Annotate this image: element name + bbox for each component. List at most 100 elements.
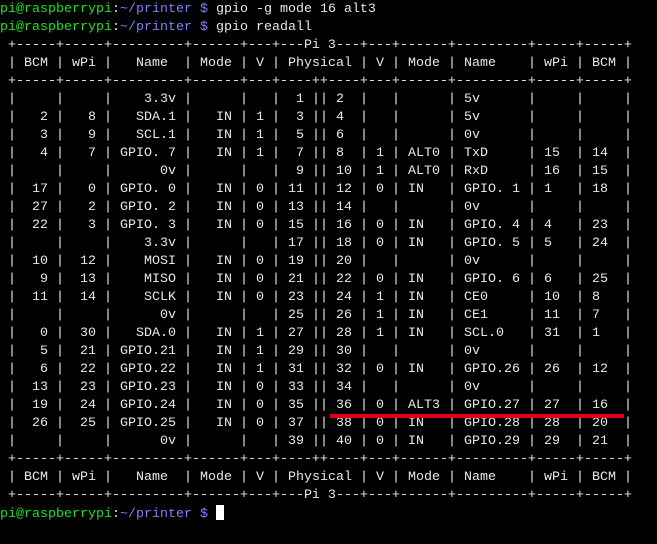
cell: 4 bbox=[544, 218, 568, 233]
cell bbox=[376, 344, 384, 359]
physical-pin: 28 bbox=[336, 326, 352, 341]
cell: SDA.1 bbox=[120, 110, 176, 125]
physical-pin: 39 bbox=[288, 434, 304, 449]
cell: 1 bbox=[256, 146, 264, 161]
prompt-user-host: pi@raspberrypi bbox=[0, 507, 112, 522]
table-row: | 10 | 12 | MOSI | IN | 0 | 19 || 20 | |… bbox=[0, 254, 632, 269]
physical-pin: 9 bbox=[288, 164, 304, 179]
cell bbox=[24, 236, 48, 251]
table-border-labeled: +-----+-----+---------+------+---+---Pi … bbox=[0, 488, 632, 503]
cell bbox=[376, 128, 384, 143]
physical-pin: 10 bbox=[336, 164, 352, 179]
cell bbox=[376, 254, 384, 269]
table-row: | | | 3.3v | | | 1 || 2 | | | 5v | | | bbox=[0, 92, 632, 107]
cell: GPIO.23 bbox=[120, 380, 176, 395]
cell bbox=[592, 200, 616, 215]
column-header: BCM bbox=[24, 470, 48, 485]
cell: 18 bbox=[592, 182, 616, 197]
cell bbox=[544, 200, 568, 215]
cell: IN bbox=[408, 290, 440, 305]
cell bbox=[72, 164, 96, 179]
cell: 0 bbox=[256, 290, 264, 305]
cell: 16 bbox=[544, 164, 568, 179]
physical-pin: 8 bbox=[336, 146, 352, 161]
cell: 2 bbox=[24, 110, 48, 125]
physical-pin: 13 bbox=[288, 200, 304, 215]
cell: 1 bbox=[592, 326, 616, 341]
table-row: | | | 0v | | | 9 || 10 | 1 | ALT0 | RxD … bbox=[0, 164, 632, 179]
cell bbox=[72, 236, 96, 251]
cell: 0 bbox=[72, 182, 96, 197]
cell: IN bbox=[408, 272, 440, 287]
cell: GPIO.27 bbox=[464, 398, 520, 413]
cell bbox=[544, 380, 568, 395]
cell: 13 bbox=[72, 272, 96, 287]
physical-pin: 40 bbox=[336, 434, 352, 449]
cell bbox=[592, 128, 616, 143]
prompt-separator: : bbox=[111, 20, 120, 35]
column-header: Mode bbox=[200, 56, 232, 71]
cell: 0v bbox=[464, 200, 520, 215]
cell: 0 bbox=[376, 182, 384, 197]
cell: 5v bbox=[464, 110, 520, 125]
cell: 27 bbox=[24, 200, 48, 215]
physical-pin: 22 bbox=[336, 272, 352, 287]
cell: IN bbox=[200, 110, 232, 125]
terminal-output[interactable]: pi@raspberrypi:~/printer $ gpio -g mode … bbox=[0, 1, 632, 523]
column-header: wPi bbox=[544, 56, 568, 71]
column-header: Mode bbox=[408, 56, 440, 71]
column-header: BCM bbox=[592, 56, 616, 71]
table-row: | 6 | 22 | GPIO.22 | IN | 1 | 31 || 32 |… bbox=[0, 362, 632, 377]
cell: 11 bbox=[544, 308, 568, 323]
physical-pin: 4 bbox=[336, 110, 352, 125]
cell: 0 bbox=[256, 218, 264, 233]
cell: 1 bbox=[544, 182, 568, 197]
column-header: wPi bbox=[72, 56, 96, 71]
prompt-line: pi@raspberrypi:~/printer $ bbox=[0, 505, 632, 523]
physical-pin: 16 bbox=[336, 218, 352, 233]
command-text: gpio readall bbox=[215, 20, 312, 35]
column-header: wPi bbox=[72, 470, 96, 485]
cell: 0 bbox=[24, 326, 48, 341]
cell: CE0 bbox=[464, 290, 520, 305]
cell: 0v bbox=[464, 344, 520, 359]
cell: 15 bbox=[544, 146, 568, 161]
cell bbox=[544, 92, 568, 107]
cell bbox=[592, 344, 616, 359]
physical-pin: 30 bbox=[336, 344, 352, 359]
table-row: | | | 3.3v | | | 17 || 18 | 0 | IN | GPI… bbox=[0, 236, 632, 251]
cell: IN bbox=[200, 344, 232, 359]
table-border: +-----+-----+---------+------+---+----++… bbox=[0, 452, 632, 467]
cell: 5 bbox=[544, 236, 568, 251]
physical-pin: 6 bbox=[336, 128, 352, 143]
prompt-path: ~/printer $ bbox=[119, 20, 208, 35]
cell: 10 bbox=[24, 254, 48, 269]
cell: 0 bbox=[256, 398, 264, 413]
cell bbox=[256, 434, 264, 449]
column-header: V bbox=[256, 470, 264, 485]
cell: 0 bbox=[256, 182, 264, 197]
cell bbox=[200, 434, 232, 449]
cell: 0 bbox=[256, 272, 264, 287]
cell bbox=[544, 128, 568, 143]
cell: SCL.0 bbox=[464, 326, 520, 341]
physical-pin: 15 bbox=[288, 218, 304, 233]
physical-pin: 2 bbox=[336, 92, 352, 107]
board-label: Pi 3 bbox=[303, 38, 336, 53]
cell: 20 bbox=[592, 416, 616, 431]
table-row: | 0 | 30 | SDA.0 | IN | 1 | 27 || 28 | 1… bbox=[0, 326, 632, 341]
cell: 21 bbox=[592, 434, 616, 449]
cell: 26 bbox=[544, 362, 568, 377]
physical-pin: 20 bbox=[336, 254, 352, 269]
cell bbox=[408, 344, 440, 359]
cell: 24 bbox=[72, 398, 96, 413]
prompt-user-host: pi@raspberrypi bbox=[0, 2, 112, 17]
cell: 6 bbox=[544, 272, 568, 287]
cell: 1 bbox=[376, 164, 384, 179]
cell bbox=[256, 164, 264, 179]
cell: 22 bbox=[24, 218, 48, 233]
cell: IN bbox=[408, 218, 440, 233]
table-row: | 9 | 13 | MISO | IN | 0 | 21 || 22 | 0 … bbox=[0, 272, 632, 287]
cell: IN bbox=[200, 326, 232, 341]
column-header: V bbox=[376, 470, 384, 485]
